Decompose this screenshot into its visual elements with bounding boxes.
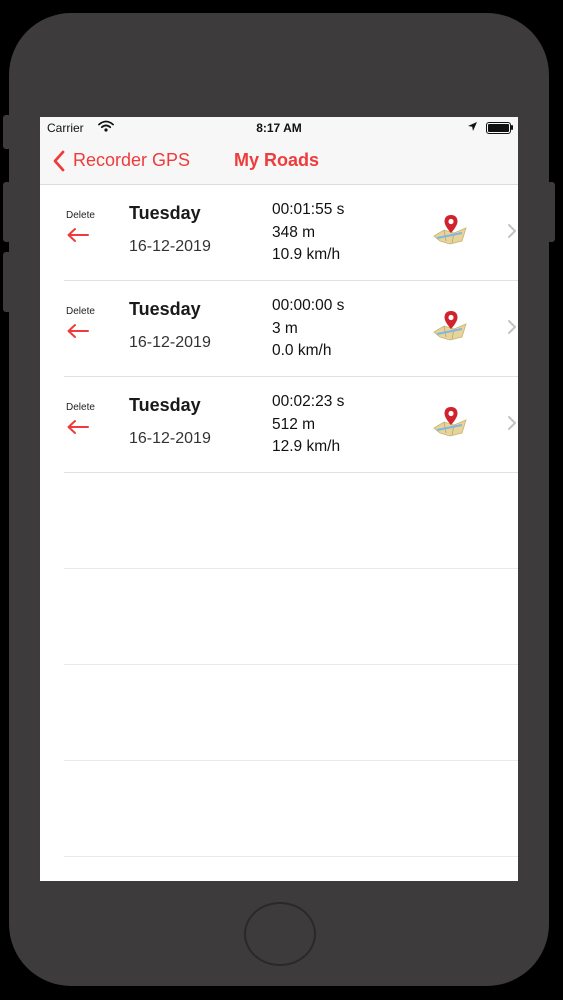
volume-up-button bbox=[3, 182, 11, 242]
road-day: Tuesday bbox=[129, 299, 201, 319]
road-date: 16-12-2019 bbox=[129, 238, 211, 255]
arrow-left-icon bbox=[66, 323, 90, 344]
road-day: Tuesday bbox=[129, 203, 201, 223]
road-stats: 00:00:00 s 3 m 0.0 km/h bbox=[272, 295, 344, 363]
road-speed: 12.9 km/h bbox=[272, 438, 341, 455]
empty-row bbox=[64, 473, 518, 569]
delete-label: Delete bbox=[66, 402, 95, 413]
delete-label: Delete bbox=[66, 306, 95, 317]
navigation-bar: Recorder GPS My Roads bbox=[40, 139, 518, 185]
road-row[interactable]: Delete Tuesday 16-12-2019 00:01:55 s 348… bbox=[64, 185, 518, 281]
empty-row bbox=[64, 569, 518, 665]
map-pin-icon[interactable] bbox=[432, 310, 468, 347]
road-duration: 00:00:00 s bbox=[272, 297, 345, 314]
chevron-right-icon bbox=[507, 415, 517, 436]
power-button bbox=[547, 182, 555, 242]
road-day: Tuesday bbox=[129, 395, 201, 415]
home-button[interactable] bbox=[244, 902, 316, 966]
chevron-right-icon bbox=[507, 223, 517, 244]
road-speed: 10.9 km/h bbox=[272, 246, 341, 263]
volume-down-button bbox=[3, 252, 11, 312]
arrow-left-icon bbox=[66, 419, 90, 440]
empty-row bbox=[64, 761, 518, 857]
map-pin-icon[interactable] bbox=[432, 406, 468, 443]
app-screen: Carrier 8:17 AM Recorder GPS My Roads De… bbox=[40, 117, 518, 881]
chevron-right-icon bbox=[507, 319, 517, 340]
chevron-left-icon bbox=[52, 150, 66, 177]
location-arrow-icon bbox=[467, 121, 478, 135]
battery-tip bbox=[511, 125, 513, 130]
delete-button[interactable]: Delete bbox=[64, 207, 108, 247]
road-date: 16-12-2019 bbox=[129, 334, 211, 351]
delete-button[interactable]: Delete bbox=[64, 399, 108, 439]
delete-button[interactable]: Delete bbox=[64, 303, 108, 343]
road-duration: 00:01:55 s bbox=[272, 201, 345, 218]
road-distance: 3 m bbox=[272, 319, 298, 337]
road-row[interactable]: Delete Tuesday 16-12-2019 00:00:00 s 3 m… bbox=[64, 281, 518, 377]
page-title: My Roads bbox=[234, 150, 320, 170]
back-button-label: Recorder GPS bbox=[73, 150, 191, 170]
delete-label: Delete bbox=[66, 210, 95, 221]
road-duration: 00:02:23 s bbox=[272, 393, 345, 410]
road-speed: 0.0 km/h bbox=[272, 342, 332, 359]
road-row[interactable]: Delete Tuesday 16-12-2019 00:02:23 s 512… bbox=[64, 377, 518, 473]
status-bar: Carrier 8:17 AM bbox=[40, 117, 518, 139]
status-time: 8:17 AM bbox=[256, 121, 302, 135]
road-stats: 00:02:23 s 512 m 12.9 km/h bbox=[272, 391, 344, 459]
empty-row bbox=[64, 665, 518, 761]
mute-switch bbox=[3, 115, 11, 149]
roads-list: Delete Tuesday 16-12-2019 00:01:55 s 348… bbox=[40, 185, 518, 857]
arrow-left-icon bbox=[66, 227, 90, 248]
road-date: 16-12-2019 bbox=[129, 430, 211, 447]
battery-icon bbox=[486, 122, 511, 134]
road-distance: 348 m bbox=[272, 223, 316, 241]
map-pin-icon[interactable] bbox=[432, 214, 468, 251]
road-distance: 512 m bbox=[272, 415, 316, 433]
road-stats: 00:01:55 s 348 m 10.9 km/h bbox=[272, 199, 344, 267]
